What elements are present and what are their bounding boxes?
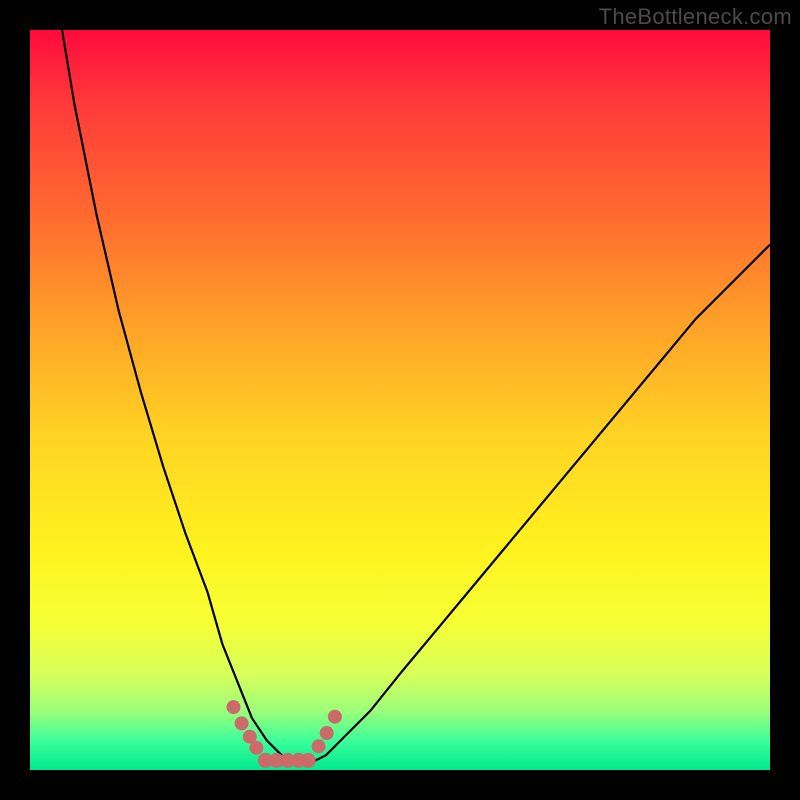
bottom-dot bbox=[328, 710, 342, 724]
bottom-dot bbox=[235, 716, 249, 730]
chart-frame: TheBottleneck.com bbox=[0, 0, 800, 800]
bottom-dot bbox=[227, 700, 241, 714]
watermark-text: TheBottleneck.com bbox=[599, 4, 792, 30]
bottom-dot bbox=[320, 726, 334, 740]
curve-layer bbox=[30, 30, 770, 770]
bottom-marker-dots bbox=[227, 700, 342, 768]
bottom-dot bbox=[312, 739, 326, 753]
bottom-dot bbox=[249, 741, 263, 755]
plot-area bbox=[30, 30, 770, 770]
bottom-dot bbox=[301, 753, 316, 768]
bottleneck-curve bbox=[30, 0, 770, 763]
